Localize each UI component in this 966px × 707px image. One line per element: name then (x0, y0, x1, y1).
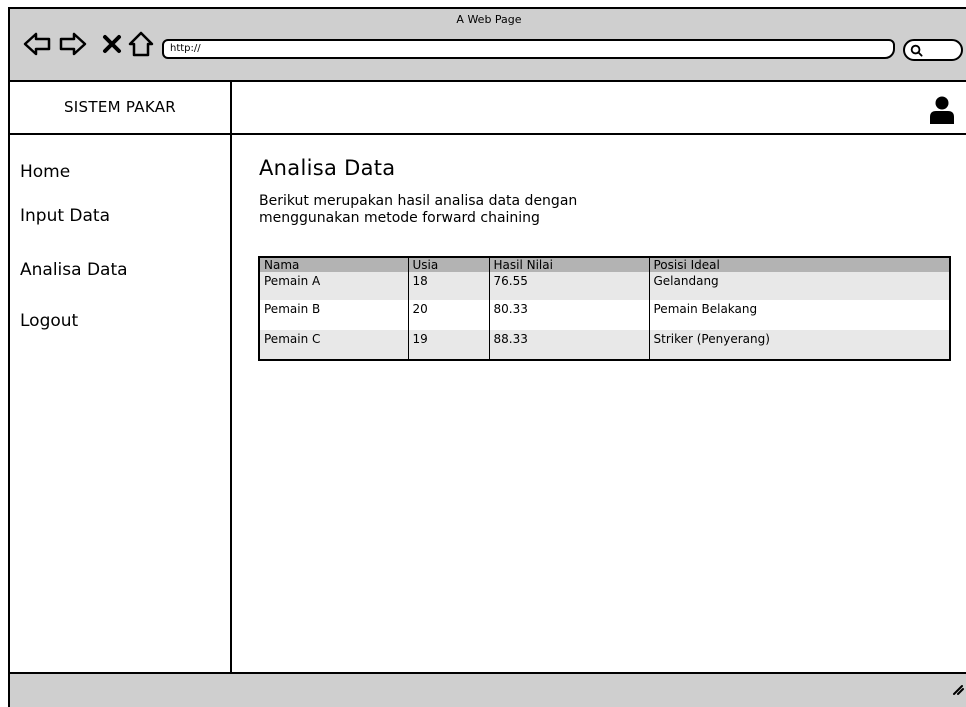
table-row: Pemain A 18 76.55 Gelandang (259, 272, 950, 300)
main-content: Analisa Data Berikut merupakan hasil ana… (234, 135, 966, 672)
table-cell: Pemain A (259, 272, 409, 300)
column-header: Hasil Nilai (489, 257, 650, 272)
table-cell: Pemain Belakang (653, 302, 758, 316)
table-cell: 88.33 (489, 330, 650, 360)
page-description: Berikut merupakan hasil analisa data den… (259, 193, 578, 226)
table-cell: 76.55 (489, 272, 650, 300)
user-icon[interactable] (929, 95, 955, 125)
resize-grip-icon[interactable] (950, 680, 964, 695)
browser-window: A Web Page http:// SISTEM PAKAR Home Inp… (8, 7, 966, 707)
brand-title: SISTEM PAKAR (10, 82, 232, 133)
home-icon[interactable] (126, 29, 156, 59)
sidebar-item-home[interactable]: Home (20, 162, 70, 182)
analysis-table: Nama Usia Hasil Nilai Posisi Ideal Pemai… (258, 256, 951, 361)
column-header: Posisi Ideal (653, 258, 720, 272)
address-bar[interactable]: http:// (162, 39, 895, 59)
table-cell: Pemain C (259, 330, 409, 360)
table-header-row: Nama Usia Hasil Nilai Posisi Ideal (259, 257, 950, 272)
page-title: Analisa Data (259, 156, 396, 180)
column-header: Nama (259, 257, 409, 272)
table-cell: 19 (408, 330, 490, 360)
table-row: Pemain C 19 88.33 Striker (Penyerang) (259, 330, 950, 360)
table-cell: Gelandang (653, 274, 719, 288)
table-cell: 80.33 (489, 300, 650, 330)
table-row: Pemain B 20 80.33 Pemain Belakang (259, 300, 950, 330)
column-header: Usia (408, 257, 490, 272)
search-button[interactable] (903, 39, 963, 61)
close-icon[interactable] (98, 29, 128, 59)
back-arrow-icon[interactable] (22, 29, 52, 59)
sidebar: Home Input Data Analisa Data Logout (10, 135, 232, 672)
search-icon (910, 44, 923, 57)
window-title: A Web Page (456, 13, 522, 26)
browser-toolbar: A Web Page http:// (10, 9, 966, 82)
table-cell: 20 (408, 300, 490, 330)
sidebar-item-analisa-data[interactable]: Analisa Data (20, 260, 128, 280)
address-bar-url: http:// (170, 43, 201, 54)
status-bar (10, 672, 966, 707)
sidebar-item-logout[interactable]: Logout (20, 311, 78, 331)
app-header: SISTEM PAKAR (10, 82, 966, 135)
table-cell: Pemain B (259, 300, 409, 330)
sidebar-item-input-data[interactable]: Input Data (20, 206, 110, 226)
table-cell: 18 (408, 272, 490, 300)
forward-arrow-icon[interactable] (58, 29, 88, 59)
table-cell: Striker (Penyerang) (653, 332, 770, 346)
